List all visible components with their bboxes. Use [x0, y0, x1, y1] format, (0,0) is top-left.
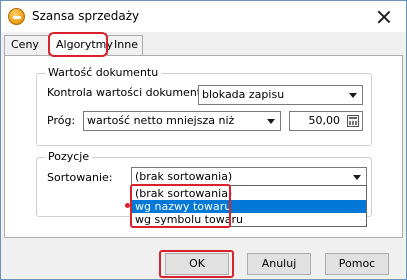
sort-dropdown-list: (brak sortowania) wg nazwy towaru wg sym…: [131, 185, 367, 227]
threshold-condition-select[interactable]: wartość netto mniejsza niż: [83, 111, 281, 131]
tab-algorytmy[interactable]: Algorytmy: [49, 33, 113, 56]
chevron-down-icon: [353, 175, 361, 180]
dialog-window: Szansa sprzedaży Ceny Algorytmy Inne War…: [0, 0, 407, 280]
threshold-label: Próg:: [47, 114, 76, 127]
group-title-document-value: Wartość dokumentu: [45, 66, 162, 79]
title-bar[interactable]: Szansa sprzedaży: [1, 1, 406, 32]
help-button[interactable]: Pomoc: [325, 253, 389, 275]
tab-ceny[interactable]: Ceny: [4, 35, 49, 55]
chevron-down-icon: [267, 119, 275, 124]
control-select-value: blokada zapisu: [202, 88, 285, 101]
sort-option[interactable]: wg symbolu towaru: [132, 213, 366, 226]
sort-select[interactable]: (brak sortowania): [131, 167, 367, 187]
app-logo-icon: [8, 8, 25, 25]
document-value-group: Wartość dokumentu: [36, 66, 372, 146]
sort-select-value: (brak sortowania): [135, 170, 233, 183]
ok-button[interactable]: OK: [165, 253, 229, 275]
control-label: Kontrola wartości dokumentu:: [47, 86, 212, 99]
sort-option[interactable]: (brak sortowania): [132, 187, 366, 200]
sort-option-selected[interactable]: wg nazwy towaru: [132, 200, 366, 213]
annotation-pointer-dot: [125, 203, 130, 208]
close-icon[interactable]: [376, 9, 392, 25]
cancel-button[interactable]: Anuluj: [247, 253, 311, 275]
threshold-amount-field[interactable]: 50,00: [289, 111, 363, 131]
threshold-amount-value: 50,00: [308, 114, 341, 127]
chevron-down-icon: [349, 93, 357, 98]
threshold-condition-value: wartość netto mniejsza niż: [87, 114, 235, 127]
group-title-items: Pozycje: [45, 150, 93, 163]
window-title: Szansa sprzedaży: [32, 9, 140, 23]
calculator-icon[interactable]: [347, 115, 359, 127]
control-select[interactable]: blokada zapisu: [198, 85, 363, 105]
sort-label: Sortowanie:: [47, 171, 113, 184]
